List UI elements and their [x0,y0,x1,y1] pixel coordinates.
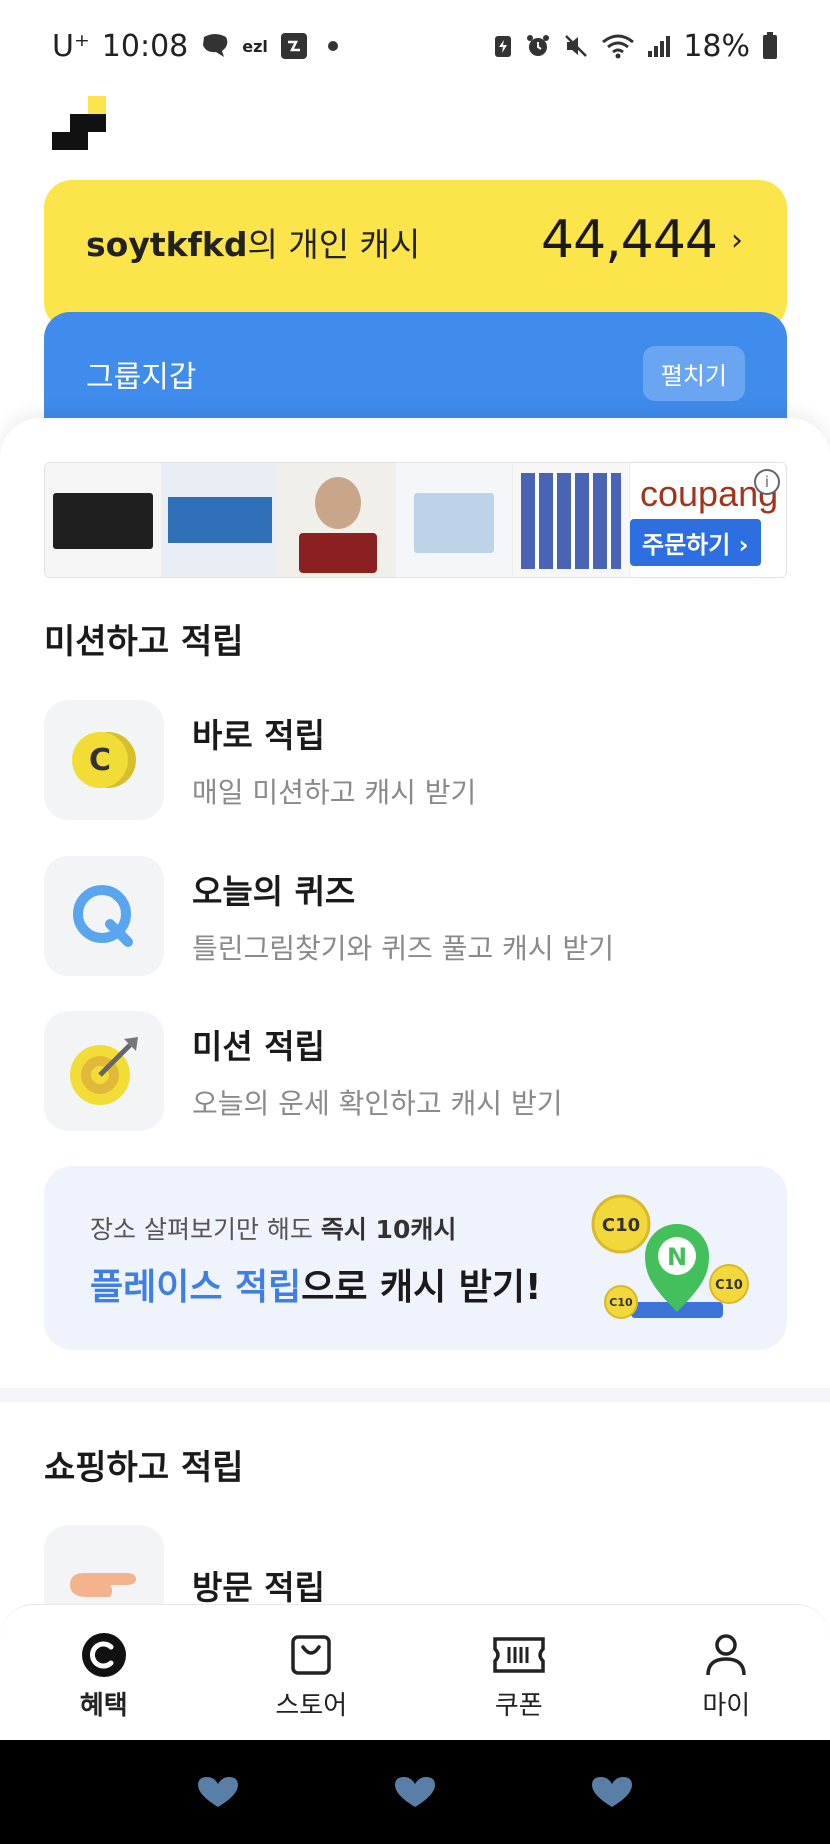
ad-banner[interactable]: coupang 주문하기 › i [44,462,787,578]
battery-icon [763,32,777,59]
mission-text: 바로 적립 매일 미션하고 캐시 받기 [192,709,476,811]
signal-icon [648,36,671,57]
cash-c-icon [81,1633,126,1677]
mission-item-quiz[interactable]: 오늘의 퀴즈 틀린그림찾기와 퀴즈 풀고 캐시 받기 [44,855,787,977]
mission-icon-box: C [44,700,164,820]
place-sub-bold: 즉시 10캐시 [320,1215,457,1244]
nav-label: 마이 [702,1691,751,1721]
carrier-label: U⁺ [52,28,90,64]
ad-product-image[interactable] [513,463,630,577]
nav-item-coupon[interactable]: 쿠폰 [439,1631,599,1722]
nav-item-store[interactable]: 스토어 [231,1631,391,1722]
nav-item-benefits[interactable]: 혜택 [24,1631,184,1722]
status-bar: U⁺ 10:08 ezl 18% [0,0,830,92]
mission-desc: 틀린그림찾기와 퀴즈 풀고 캐시 받기 [192,932,615,965]
heart-nav-icon[interactable] [590,1775,634,1809]
mission-title: 바로 적립 [192,716,325,755]
system-nav-bar [0,1740,830,1844]
mission-title: 미션 적립 [192,1027,325,1066]
ad-product-image[interactable] [162,463,279,577]
mission-text: 방문 적립 [192,1561,325,1609]
ad-order-button[interactable]: 주문하기 › [630,519,761,566]
mission-item-instant[interactable]: C 바로 적립 매일 미션하고 캐시 받기 [44,699,787,821]
app-notification-icon [280,33,307,59]
info-icon[interactable]: i [754,469,780,495]
place-reward-banner[interactable]: 장소 살펴보기만 해도 즉시 10캐시 플레이스 적립으로 캐시 받기! N C… [44,1166,787,1350]
username: soytkfkd [86,225,248,264]
heart-nav-icon[interactable] [393,1775,437,1809]
ad-product-image[interactable] [45,463,162,577]
nav-item-my[interactable]: 마이 [646,1631,806,1722]
chat-bubble-icon [203,34,228,57]
battery-percent: 18% [683,28,750,64]
pin-letter: N [667,1243,687,1271]
mission-section-title: 미션하고 적립 [44,622,244,662]
mission-text: 미션 적립 오늘의 운세 확인하고 캐시 받기 [192,1020,562,1122]
nav-label: 혜택 [79,1691,128,1721]
group-wallet-label: 그룹지갑 [86,360,197,395]
target-dart-icon [70,1037,138,1105]
place-sub-prefix: 장소 살펴보기만 해도 [90,1215,321,1244]
nav-label: 스토어 [275,1691,348,1721]
mission-desc: 오늘의 운세 확인하고 캐시 받기 [192,1087,563,1120]
app-logo [52,96,106,150]
nav-label: 쿠폰 [494,1691,543,1721]
mission-desc: 매일 미션하고 캐시 받기 [192,776,477,809]
cash-label-suffix: 의 개인 캐시 [247,225,421,264]
mute-icon [565,35,588,57]
wifi-icon [602,34,635,59]
quiz-q-icon [73,885,133,947]
coin-label-right: C10 [715,1278,743,1293]
cash-label: soytkfkd의 개인 캐시 [86,218,420,266]
person-icon [706,1634,746,1676]
chevron-right-icon: › [731,222,743,258]
place-main-rest: 으로 캐시 받기! [301,1267,542,1308]
mission-title: 방문 적립 [192,1568,325,1607]
svg-text:C: C [89,743,111,778]
heart-nav-icon[interactable] [196,1775,240,1809]
status-left: U⁺ 10:08 ezl [52,29,338,64]
coin-label-large: C10 [602,1215,640,1236]
mission-text: 오늘의 퀴즈 틀린그림찾기와 퀴즈 풀고 캐시 받기 [192,865,614,967]
coin-label-small: C10 [609,1296,633,1309]
place-pin-coins-icon: N C10 C10 C10 [591,1194,749,1319]
notification-dot [327,41,338,51]
cash-coin-icon: C [72,732,136,788]
bottom-nav: 혜택 스토어 쿠폰 마이 [0,1604,830,1740]
status-right: 18% [493,29,778,64]
ezl-app-icon: ezl [242,36,268,56]
shopping-section-title: 쇼핑하고 적립 [44,1448,244,1488]
cash-amount-wrap: 44,444 › [541,210,743,270]
mission-title: 오늘의 퀴즈 [192,872,356,911]
expand-button[interactable]: 펼치기 [642,346,745,401]
ad-product-image[interactable] [279,463,396,577]
battery-saver-icon [495,36,512,57]
ad-brand-area[interactable]: coupang 주문하기 › i [630,463,786,577]
shopping-bag-icon [291,1635,331,1675]
alarm-icon [527,35,550,56]
mission-item-mission[interactable]: 미션 적립 오늘의 운세 확인하고 캐시 받기 [44,1010,787,1132]
mission-icon-box [44,856,164,976]
place-main-accent: 플레이스 적립 [90,1267,302,1308]
ticket-icon [493,1637,545,1673]
clock: 10:08 [101,28,189,64]
section-divider [0,1388,830,1402]
cash-amount: 44,444 [541,210,718,270]
personal-cash-card[interactable]: soytkfkd의 개인 캐시 44,444 › [44,180,787,330]
ad-product-image[interactable] [396,463,513,577]
mission-icon-box [44,1011,164,1131]
